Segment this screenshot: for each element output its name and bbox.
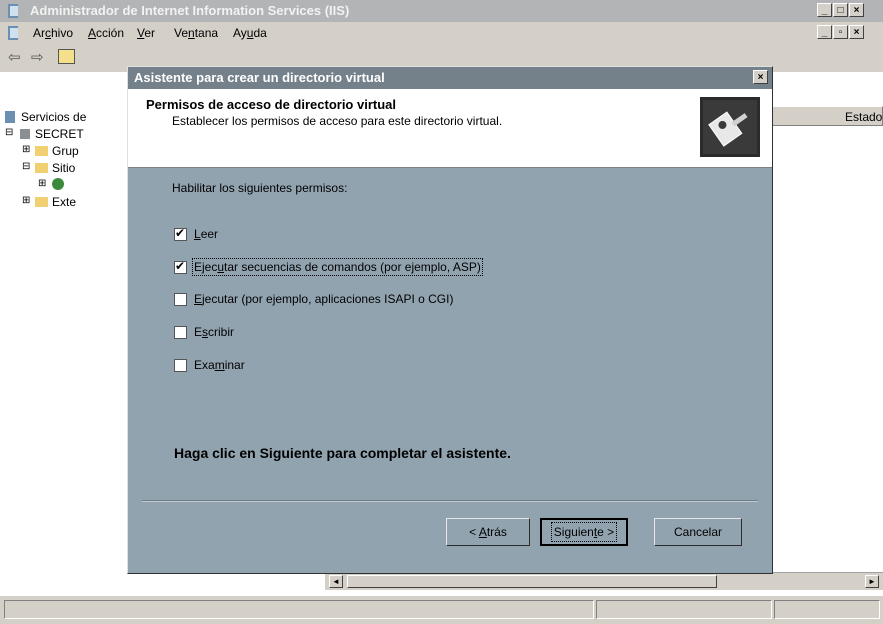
status-bar [0, 595, 883, 624]
status-pane [774, 600, 880, 619]
close-button[interactable]: × [849, 3, 864, 17]
tree-item-groups[interactable]: Grup [52, 144, 79, 158]
permission-read[interactable]: Leer [174, 226, 219, 241]
scroll-thumb[interactable] [347, 575, 717, 588]
child-minimize-button[interactable]: _ [817, 25, 832, 39]
horizontal-scrollbar[interactable]: ◄ ► [325, 572, 883, 590]
next-button-label: Siguiente > [550, 522, 618, 542]
expand-icon[interactable]: ⊞ [22, 195, 30, 206]
main-window-titlebar: Administrador de Internet Information Se… [0, 0, 883, 22]
status-pane [596, 600, 772, 619]
dialog-close-button[interactable]: × [753, 70, 768, 84]
menu-bar: Archivo Acción Ver Ventana Ayuda _ ▫ × [0, 22, 883, 44]
iis-app-icon [8, 4, 18, 18]
tree-item-sites[interactable]: Sitio [52, 161, 75, 175]
permission-label: Examinar [194, 358, 245, 372]
expand-icon[interactable]: ⊟ [5, 127, 13, 138]
website-globe-icon [52, 178, 64, 190]
menu-accion[interactable]: Acción [88, 26, 124, 40]
dialog-titlebar: Asistente para crear un directorio virtu… [128, 67, 772, 89]
next-button[interactable]: Siguiente > [540, 518, 628, 546]
maximize-button[interactable]: □ [833, 3, 848, 17]
scroll-left-button[interactable]: ◄ [329, 575, 343, 588]
dialog-header: Permisos de acceso de directorio virtual… [128, 89, 772, 168]
menu-ventana[interactable]: Ventana [174, 26, 218, 40]
collapse-icon[interactable]: ⊟ [22, 161, 30, 172]
back-arrow-icon[interactable]: ⇦ [8, 48, 21, 66]
tree-item-services[interactable]: Servicios de [21, 110, 86, 124]
permissions-key-icon [700, 97, 760, 157]
tree-item-extensions[interactable]: Exte [52, 195, 76, 209]
browse-checkbox[interactable] [174, 358, 187, 372]
header-subtitle: Establecer los permisos de acceso para e… [172, 114, 503, 128]
status-pane [4, 600, 594, 619]
cancel-button[interactable]: Cancelar [654, 518, 742, 546]
permissions-instructions: Habilitar los siguientes permisos: [172, 181, 348, 195]
read-checkbox[interactable] [174, 226, 187, 241]
iis-menu-icon [8, 26, 18, 40]
button-separator [142, 500, 758, 502]
menu-ayuda[interactable]: Ayuda [233, 26, 267, 40]
permission-browse[interactable]: Examinar [174, 358, 245, 372]
menu-ver[interactable]: Ver [137, 26, 155, 40]
expand-icon[interactable]: ⊞ [38, 178, 46, 189]
finish-instruction: Haga clic en Siguiente para completar el… [174, 445, 511, 461]
server-icon [20, 129, 30, 139]
child-close-button[interactable]: × [849, 25, 864, 39]
minimize-button[interactable]: _ [817, 3, 832, 17]
permission-label: Ejecutar (por ejemplo, aplicaciones ISAP… [194, 292, 454, 306]
back-button-label: < Atrás [469, 525, 507, 539]
menu-archivo[interactable]: Archivo [33, 26, 73, 40]
write-checkbox[interactable] [174, 325, 187, 339]
run-scripts-checkbox[interactable] [174, 259, 187, 274]
tree-item-server[interactable]: SECRET [35, 127, 84, 141]
column-header-estado[interactable]: Estado [770, 106, 883, 126]
back-button[interactable]: < Atrás [446, 518, 530, 546]
cancel-button-label: Cancelar [673, 525, 723, 539]
permission-execute[interactable]: Ejecutar (por ejemplo, aplicaciones ISAP… [174, 292, 453, 306]
main-window-title: Administrador de Internet Information Se… [30, 3, 350, 18]
child-restore-button[interactable]: ▫ [833, 25, 848, 39]
dialog-title: Asistente para crear un directorio virtu… [134, 70, 385, 85]
expand-icon[interactable]: ⊞ [22, 144, 30, 155]
wizard-dialog: Asistente para crear un directorio virtu… [127, 66, 773, 574]
folder-icon [35, 197, 48, 207]
tree-pane: Servicios de ⊟ SECRET ⊞ Grup ⊟ Sitio ⊞ ⊞… [0, 72, 131, 592]
header-title: Permisos de acceso de directorio virtual [146, 97, 396, 112]
folder-icon [35, 163, 48, 173]
permission-label: Leer [194, 227, 219, 241]
permission-label: Escribir [194, 325, 235, 339]
permission-run-scripts[interactable]: Ejecutar secuencias de comandos (por eje… [174, 258, 483, 276]
permission-write[interactable]: Escribir [174, 325, 234, 339]
scroll-right-button[interactable]: ► [865, 575, 879, 588]
folder-icon [35, 146, 48, 156]
forward-arrow-icon[interactable]: ⇨ [31, 48, 44, 66]
up-folder-icon[interactable] [58, 49, 75, 64]
iis-services-icon [5, 111, 15, 123]
execute-checkbox[interactable] [174, 292, 187, 306]
permission-label: Ejecutar secuencias de comandos (por eje… [192, 258, 483, 276]
